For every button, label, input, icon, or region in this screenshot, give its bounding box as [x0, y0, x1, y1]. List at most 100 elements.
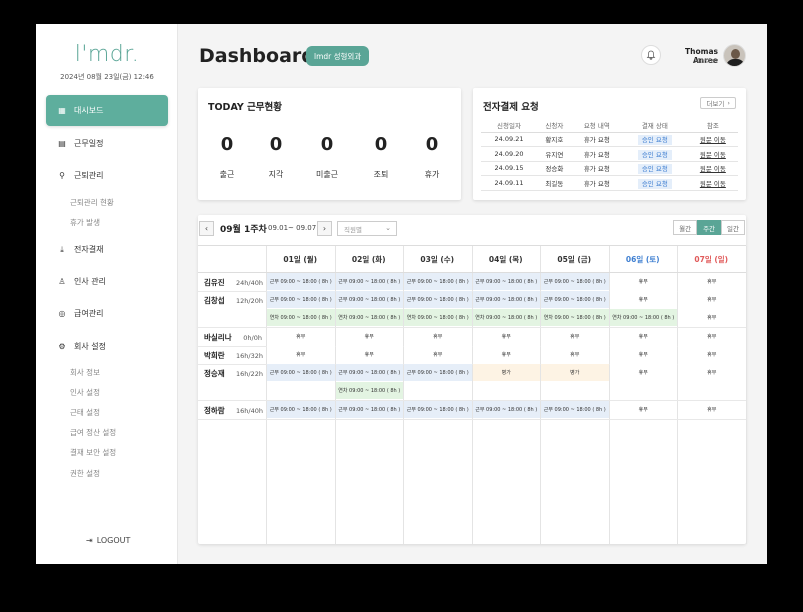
sidebar-item-dashboard[interactable]: ▦ 대시보드: [46, 95, 168, 126]
next-week-button[interactable]: ›: [317, 221, 332, 236]
employee-select[interactable]: 직원별 ⌄: [337, 221, 397, 236]
shift-cell[interactable]: 연차 09:00 ~ 18:00 ( 8h ): [541, 309, 609, 326]
user-icon: ♙: [58, 277, 66, 286]
view-original-link[interactable]: 원문 이동: [700, 136, 726, 144]
sidebar-item-company-settings[interactable]: ⚙ 회사 설정: [46, 331, 168, 362]
shift-cell[interactable]: 근무 09:00 ~ 18:00 ( 8h ): [541, 291, 609, 308]
sidebar-item-hr[interactable]: ♙ 인사 관리: [46, 266, 168, 297]
status-badge[interactable]: 승인 요청: [637, 149, 672, 160]
shift-cell[interactable]: 근무 09:00 ~ 18:00 ( 8h ): [267, 273, 335, 290]
shift-cell[interactable]: 병가: [541, 364, 609, 381]
shift-cell[interactable]: 휴무: [541, 328, 609, 345]
shift-cell[interactable]: 연차 09:00 ~ 18:00 ( 8h ): [472, 309, 540, 326]
shift-cell[interactable]: 휴무: [335, 328, 403, 345]
shift-cell[interactable]: 휴무: [472, 328, 540, 345]
sidebar-item-attendance[interactable]: ⚲ 근퇴관리: [46, 160, 168, 191]
shift-cell[interactable]: 휴무: [678, 328, 746, 345]
status-badge[interactable]: 승인 요청: [637, 135, 672, 146]
avatar[interactable]: [723, 44, 746, 67]
sidebar-item-schedule[interactable]: ▤ 근무일정: [46, 128, 168, 159]
shift-cell[interactable]: 휴무: [609, 328, 677, 345]
employee-name[interactable]: 정승재: [204, 368, 225, 379]
sidebar-subitem-attendance-settings[interactable]: 근태 설정: [70, 407, 100, 418]
sidebar-subitem-approval-security[interactable]: 결재 보안 설정: [70, 447, 116, 458]
shift-cell[interactable]: 근무 09:00 ~ 18:00 ( 8h ): [404, 401, 472, 418]
shift-cell[interactable]: 근무 09:00 ~ 18:00 ( 8h ): [335, 364, 403, 381]
stat-vacation: 0 휴가: [412, 134, 452, 180]
shift-cell[interactable]: 휴무: [335, 346, 403, 363]
shift-cell[interactable]: 병가: [472, 364, 540, 381]
stat-value: 0: [269, 134, 283, 155]
shift-cell[interactable]: 근무 09:00 ~ 18:00 ( 8h ): [541, 273, 609, 290]
shift-cell[interactable]: 휴무: [678, 364, 746, 381]
shift-cell[interactable]: 휴무: [609, 291, 677, 308]
view-day-button[interactable]: 일간: [721, 220, 745, 235]
app-logo[interactable]: l'mdr.: [36, 42, 178, 67]
logout-button[interactable]: ⇥ LOGOUT: [86, 536, 130, 545]
shift-cell[interactable]: 근무 09:00 ~ 18:00 ( 8h ): [404, 291, 472, 308]
shift-cell[interactable]: 휴무: [404, 346, 472, 363]
shift-cell[interactable]: 근무 09:00 ~ 18:00 ( 8h ): [541, 401, 609, 418]
shift-cell[interactable]: 근무 09:00 ~ 18:00 ( 8h ): [335, 291, 403, 308]
shift-cell[interactable]: 연차 09:00 ~ 18:00 ( 8h ): [609, 309, 677, 326]
chevron-left-icon: ‹: [204, 224, 209, 233]
shift-cell[interactable]: 근무 09:00 ~ 18:00 ( 8h ): [472, 273, 540, 290]
shift-cell[interactable]: 근무 09:00 ~ 18:00 ( 8h ): [335, 401, 403, 418]
shift-cell[interactable]: 연차 09:00 ~ 18:00 ( 8h ): [335, 382, 403, 399]
cell-type: 휴가 요청: [571, 161, 622, 176]
sidebar-item-payroll[interactable]: ◎ 급여관리: [46, 298, 168, 329]
shift-cell[interactable]: 근무 09:00 ~ 18:00 ( 8h ): [404, 273, 472, 290]
view-week-button[interactable]: 주간: [697, 220, 722, 235]
company-badge[interactable]: lmdr 성형외과: [306, 46, 370, 66]
shift-cell[interactable]: 연차 09:00 ~ 18:00 ( 8h ): [335, 309, 403, 326]
sidebar-subitem-permission[interactable]: 권한 설정: [70, 468, 100, 479]
shift-cell[interactable]: 휴무: [472, 346, 540, 363]
view-month-button[interactable]: 월간: [673, 220, 698, 235]
sidebar-subitem-hr-settings[interactable]: 인사 설정: [70, 387, 100, 398]
prev-week-button[interactable]: ‹: [199, 221, 214, 236]
shift-cell[interactable]: 연차 09:00 ~ 18:00 ( 8h ): [404, 309, 472, 326]
shift-cell[interactable]: 휴무: [678, 346, 746, 363]
more-button[interactable]: 더보기 ›: [700, 97, 736, 109]
status-badge[interactable]: 승인 요청: [637, 164, 672, 175]
shift-cell[interactable]: 휴무: [609, 401, 677, 418]
shift-cell[interactable]: 근무 09:00 ~ 18:00 ( 8h ): [472, 291, 540, 308]
shift-cell[interactable]: 휴무: [404, 328, 472, 345]
shift-cell[interactable]: 휴무: [541, 346, 609, 363]
employee-name[interactable]: 김창섭: [204, 295, 225, 306]
shift-cell[interactable]: 휴무: [267, 346, 335, 363]
shift-cell[interactable]: 휴무: [609, 364, 677, 381]
sidebar-subitem-vacation[interactable]: 휴가 발생: [70, 217, 100, 228]
shift-cell[interactable]: 근무 09:00 ~ 18:00 ( 8h ): [267, 291, 335, 308]
shift-cell[interactable]: 휴무: [678, 309, 746, 326]
sidebar-subitem-payroll-settings[interactable]: 급여 정산 설정: [70, 427, 116, 438]
shift-cell[interactable]: 휴무: [678, 273, 746, 290]
shift-cell[interactable]: 근무 09:00 ~ 18:00 ( 8h ): [472, 401, 540, 418]
view-original-link[interactable]: 원문 이동: [700, 165, 726, 173]
employee-name[interactable]: 김유진: [204, 277, 225, 288]
employee-hours: 16h/32h: [236, 352, 263, 360]
employee-name[interactable]: 정하람: [204, 405, 225, 416]
employee-name[interactable]: 바실리나: [204, 332, 232, 343]
shift-cell[interactable]: 근무 09:00 ~ 18:00 ( 8h ): [267, 401, 335, 418]
stat-label: 미출근: [315, 170, 339, 179]
shift-cell[interactable]: 휴무: [678, 291, 746, 308]
shift-cell[interactable]: 휴무: [678, 401, 746, 418]
shift-cell[interactable]: 근무 09:00 ~ 18:00 ( 8h ): [335, 273, 403, 290]
status-badge[interactable]: 승인 요청: [637, 178, 672, 189]
shift-cell[interactable]: 휴무: [267, 328, 335, 345]
stat-label: 지각: [268, 170, 284, 179]
sidebar-subitem-company-info[interactable]: 회사 정보: [70, 367, 100, 378]
view-original-link[interactable]: 원문 이동: [700, 180, 726, 188]
shift-cell[interactable]: 연차 09:00 ~ 18:00 ( 8h ): [267, 309, 335, 326]
sidebar-subitem-attendance-status[interactable]: 근퇴관리 현황: [70, 197, 114, 208]
shift-cell[interactable]: 휴무: [609, 273, 677, 290]
view-original-link[interactable]: 원문 이동: [700, 151, 726, 159]
employee-name[interactable]: 박희란: [204, 350, 225, 361]
shift-cell[interactable]: 근무 09:00 ~ 18:00 ( 8h ): [404, 364, 472, 381]
week-range: 09.01~ 09.07: [268, 224, 317, 232]
bell-icon[interactable]: [641, 45, 661, 65]
shift-cell[interactable]: 근무 09:00 ~ 18:00 ( 8h ): [267, 364, 335, 381]
sidebar-item-approval[interactable]: ⤓ 전자결재: [46, 234, 168, 265]
shift-cell[interactable]: 휴무: [609, 346, 677, 363]
